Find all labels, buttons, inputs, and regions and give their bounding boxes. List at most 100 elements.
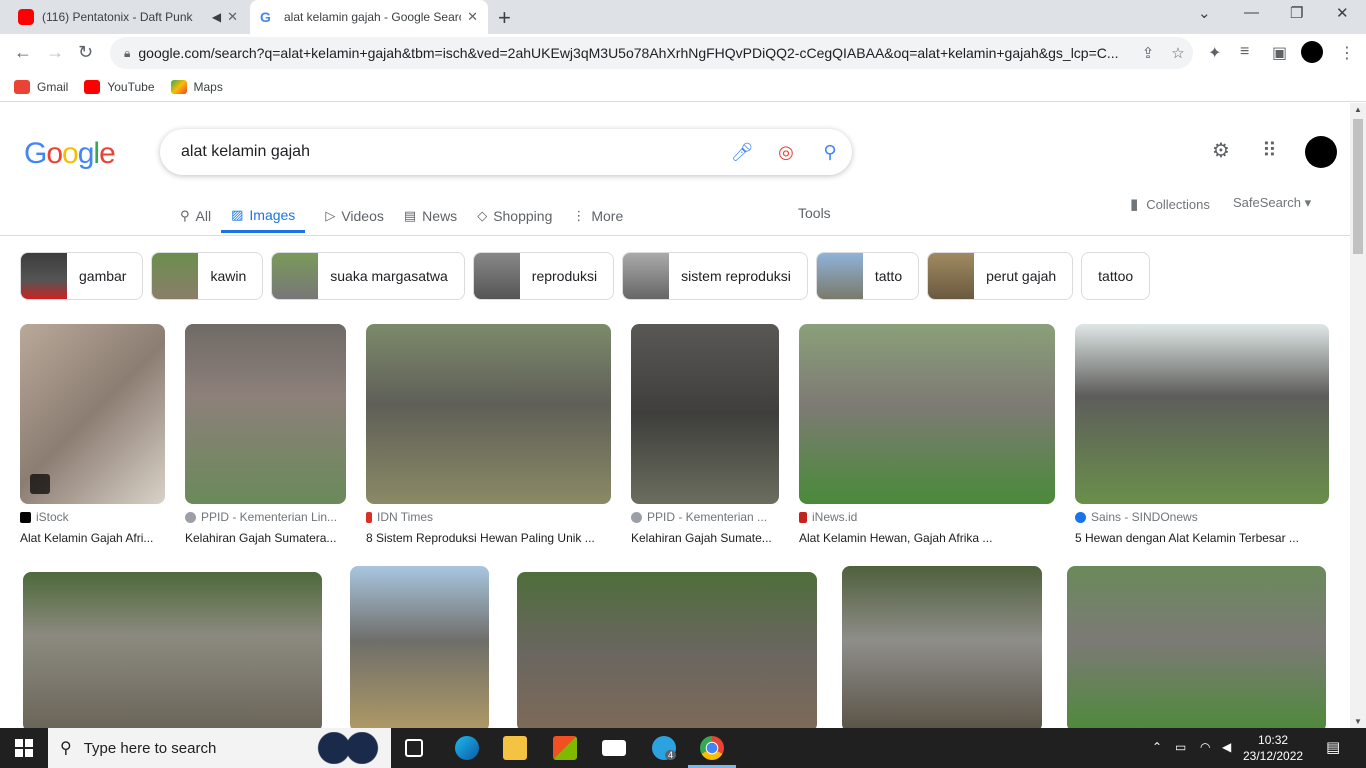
chip-thumbnail: [928, 253, 975, 299]
clock-date: 23/12/2022: [1243, 749, 1304, 763]
page-scrollbar[interactable]: ▲ ▼: [1350, 103, 1366, 728]
media-control-icon[interactable]: ≡: [1240, 43, 1249, 61]
result-source[interactable]: iNews.id: [799, 510, 1055, 524]
search-query: alat kelamin gajah: [181, 143, 310, 160]
reload-icon[interactable]: ↻: [78, 42, 93, 63]
windows-start-icon[interactable]: [15, 739, 33, 757]
apps-grid-icon[interactable]: ⠿: [1262, 138, 1277, 163]
result-image[interactable]: [185, 324, 346, 504]
chip-tattoo[interactable]: tattoo: [1081, 252, 1151, 300]
result-title[interactable]: Alat Kelamin Gajah Afri...: [20, 531, 165, 545]
chip-thumbnail: [21, 253, 67, 299]
menu-icon[interactable]: ⋮: [1339, 43, 1355, 63]
collections-button[interactable]: ▮ Collections: [1130, 195, 1210, 213]
result-image[interactable]: [1067, 566, 1326, 728]
tab-news[interactable]: ▤ News: [404, 199, 457, 233]
bookmark-youtube[interactable]: YouTube: [84, 79, 155, 94]
result-image[interactable]: [1075, 324, 1329, 504]
extensions-icon[interactable]: ✦: [1208, 43, 1221, 63]
camera-icon[interactable]: ◎: [764, 142, 808, 163]
address-bar[interactable]: 🔒︎ google.com/search?q=alat+kelamin+gaja…: [110, 37, 1193, 69]
result-image[interactable]: [366, 324, 611, 504]
taskbar-search-box[interactable]: ⚲ Type here to search: [48, 728, 391, 768]
result-image[interactable]: [799, 324, 1055, 504]
microphone-icon[interactable]: 🎤︎: [720, 142, 764, 163]
tab-youtube[interactable]: (116) Pentatonix - Daft Punk ◀︎ ✕: [8, 0, 248, 34]
show-hidden-icons[interactable]: ⌃: [1152, 740, 1162, 754]
chip-sistem-reproduksi[interactable]: sistem reproduksi: [622, 252, 808, 300]
speaker-icon[interactable]: ◀︎: [212, 10, 221, 24]
file-explorer-icon[interactable]: [503, 736, 527, 760]
inews-icon: [799, 511, 807, 523]
result-source[interactable]: Sains - SINDOnews: [1075, 510, 1329, 524]
result-source[interactable]: PPID - Kementerian Lin...: [185, 510, 346, 524]
maximize-button[interactable]: ❐: [1290, 4, 1303, 22]
tab-more[interactable]: ⋮ More: [572, 199, 623, 233]
result-image[interactable]: [517, 572, 817, 728]
tab-search-icon[interactable]: ⌄: [1198, 4, 1211, 22]
side-panel-icon[interactable]: ▣: [1272, 43, 1287, 63]
close-window-button[interactable]: ✕: [1336, 4, 1349, 22]
safesearch-label: SafeSearch: [1233, 195, 1301, 210]
bookmark-gmail[interactable]: Gmail: [14, 79, 68, 94]
safesearch-dropdown[interactable]: SafeSearch ▾: [1233, 195, 1311, 211]
account-avatar[interactable]: [1305, 136, 1337, 168]
result-title[interactable]: Alat Kelamin Hewan, Gajah Afrika ...: [799, 531, 1055, 545]
result-title[interactable]: Kelahiran Gajah Sumate...: [631, 531, 779, 545]
result-image[interactable]: [23, 572, 322, 728]
tab-videos[interactable]: ▷ Videos: [325, 199, 384, 233]
result-title[interactable]: 8 Sistem Reproduksi Hewan Paling Unik ..…: [366, 531, 611, 545]
new-tab-button[interactable]: +: [498, 5, 511, 31]
back-icon[interactable]: ←: [14, 42, 32, 63]
wifi-icon[interactable]: ◠: [1200, 740, 1210, 754]
chip-label: perut gajah: [986, 268, 1057, 284]
tab-label: Shopping: [493, 208, 553, 224]
chip-reproduksi[interactable]: reproduksi: [472, 252, 615, 300]
bookmark-maps[interactable]: Maps: [170, 79, 223, 94]
forward-icon[interactable]: →: [46, 42, 64, 63]
google-logo[interactable]: Google: [24, 137, 116, 171]
result-image[interactable]: [350, 566, 489, 728]
minimize-button[interactable]: —: [1244, 4, 1259, 21]
tab-images[interactable]: ▨ Images: [221, 199, 306, 233]
mail-icon[interactable]: [602, 740, 626, 756]
chip-perut-gajah[interactable]: perut gajah: [927, 252, 1074, 300]
result-title[interactable]: Kelahiran Gajah Sumatera...: [185, 531, 346, 545]
close-tab-icon[interactable]: ✕: [227, 9, 238, 25]
close-tab-icon[interactable]: ✕: [467, 9, 478, 25]
tab-google-search[interactable]: G alat kelamin gajah - Google Search ✕: [250, 0, 488, 34]
notification-center-icon[interactable]: ▤: [1326, 738, 1340, 756]
logo-letter: e: [99, 137, 116, 170]
result-source[interactable]: PPID - Kementerian ...: [631, 510, 779, 524]
result-image[interactable]: [842, 566, 1042, 728]
result-source[interactable]: IDN Times: [366, 510, 611, 524]
chip-tatto[interactable]: tatto: [815, 252, 920, 300]
volume-icon[interactable]: ◀︎: [1222, 740, 1231, 754]
task-view-icon[interactable]: [405, 739, 423, 757]
result-source[interactable]: iStock: [20, 510, 165, 524]
tab-shopping[interactable]: ◇ Shopping: [477, 199, 552, 233]
share-icon[interactable]: ⇪: [1133, 44, 1163, 62]
chip-kawin[interactable]: kawin: [151, 252, 264, 300]
tab-all[interactable]: ⚲ All: [180, 199, 211, 233]
battery-icon[interactable]: ▭: [1175, 740, 1186, 754]
search-icon[interactable]: ⚲: [808, 142, 852, 163]
globe-icon: [185, 511, 196, 523]
result-image[interactable]: [20, 324, 165, 504]
search-input[interactable]: alat kelamin gajah 🎤︎ ◎ ⚲: [160, 129, 852, 175]
scrollbar-thumb[interactable]: [1353, 119, 1363, 254]
scroll-up-icon[interactable]: ▲: [1354, 105, 1362, 114]
profile-avatar[interactable]: [1301, 41, 1323, 63]
scroll-down-icon[interactable]: ▼: [1354, 717, 1362, 726]
settings-gear-icon[interactable]: ⚙: [1212, 138, 1230, 163]
chrome-icon[interactable]: [700, 736, 724, 760]
system-clock[interactable]: 10:32 23/12/2022: [1243, 732, 1303, 764]
chip-gambar[interactable]: gambar: [20, 252, 144, 300]
bookmark-star-icon[interactable]: ☆: [1163, 44, 1193, 62]
result-title[interactable]: 5 Hewan dengan Alat Kelamin Terbesar ...: [1075, 531, 1329, 545]
result-image[interactable]: [631, 324, 779, 504]
tools-button[interactable]: Tools: [798, 205, 831, 221]
store-icon[interactable]: [553, 736, 577, 760]
edge-icon[interactable]: [455, 736, 479, 760]
chip-suaka-margasatwa[interactable]: suaka margasatwa: [271, 252, 465, 300]
